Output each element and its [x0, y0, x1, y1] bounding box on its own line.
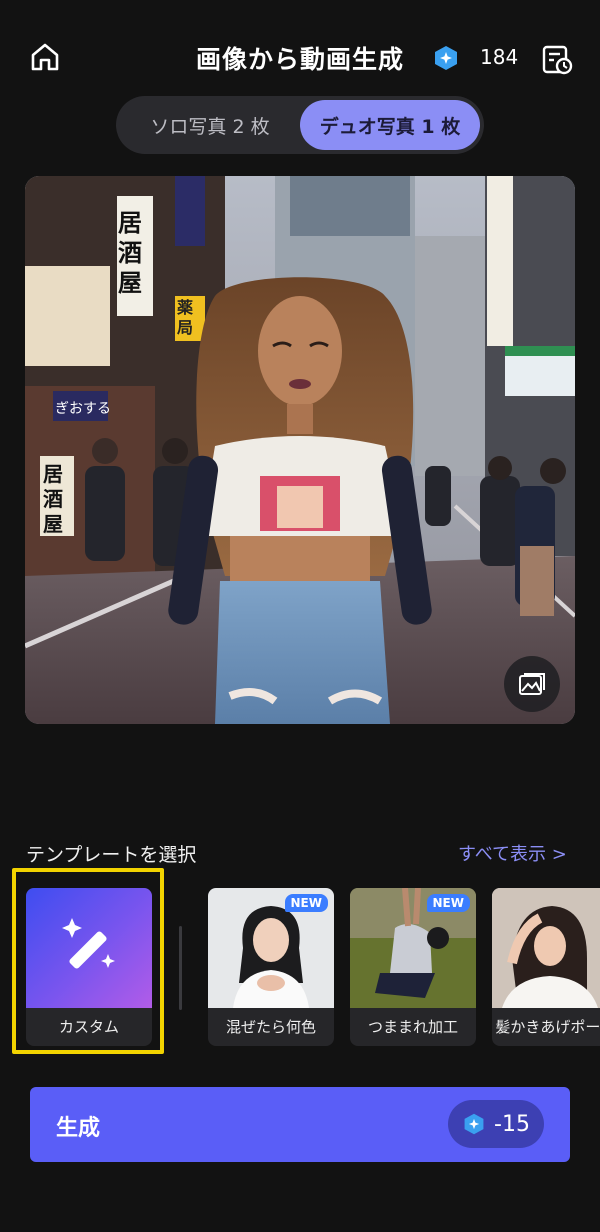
template-thumb: NEW [208, 888, 334, 1008]
credit-gem-icon [432, 44, 460, 72]
new-badge: NEW [284, 894, 328, 912]
home-button[interactable] [28, 40, 62, 74]
template-thumb [26, 888, 152, 1008]
template-card-pinched[interactable]: NEW つままれ加工 [350, 888, 476, 1046]
generate-cost-badge: -15 [448, 1100, 544, 1148]
template-label: つままれ加工 [367, 1018, 458, 1036]
new-badge: NEW [426, 894, 470, 912]
history-button[interactable] [540, 42, 574, 76]
template-label: カスタム [58, 1018, 119, 1036]
credit-gem-icon [464, 1113, 484, 1135]
shop-sign-pharmacy: 薬局 [177, 298, 194, 337]
template-card-mixed-color[interactable]: NEW 混ぜたら何色 [208, 888, 334, 1046]
template-section-label: テンプレートを選択 [26, 844, 197, 866]
template-card-hair-pose[interactable]: 髪かきあげポーズ [492, 888, 600, 1046]
divider [179, 926, 182, 1010]
tab-duo-photo[interactable]: デュオ写真 1 枚 [300, 100, 480, 150]
preview-photo: 居酒屋 薬局 ぎおする 居酒屋 [25, 176, 575, 724]
generate-cost: -15 [494, 1111, 530, 1137]
magic-wand-icon [62, 918, 115, 969]
history-calendar-icon [542, 45, 573, 75]
generate-label: 生成 [56, 1116, 101, 1141]
shop-sign-izakaya: 居酒屋 [118, 208, 142, 297]
credit-count: 184 [480, 45, 519, 69]
photo-mode-toggle: ソロ写真 2 枚 デュオ写真 1 枚 [116, 96, 484, 154]
change-image-button[interactable] [504, 656, 560, 712]
tab-solo-photos[interactable]: ソロ写真 2 枚 [120, 100, 300, 150]
see-all-link[interactable]: すべて表示 > [458, 840, 567, 866]
image-gallery-icon [519, 673, 545, 695]
template-thumb: NEW [350, 888, 476, 1008]
home-icon [31, 43, 59, 71]
shop-sign-banner: ぎおする [55, 401, 111, 417]
template-label: 髪かきあげポーズ [495, 1018, 600, 1036]
template-label: 混ぜたら何色 [225, 1018, 316, 1036]
shop-sign-izakaya-lower: 居酒屋 [43, 462, 63, 536]
template-thumb [492, 888, 600, 1008]
generate-button[interactable]: 生成 -15 [30, 1087, 570, 1162]
template-card-custom[interactable]: カスタム [26, 888, 152, 1046]
